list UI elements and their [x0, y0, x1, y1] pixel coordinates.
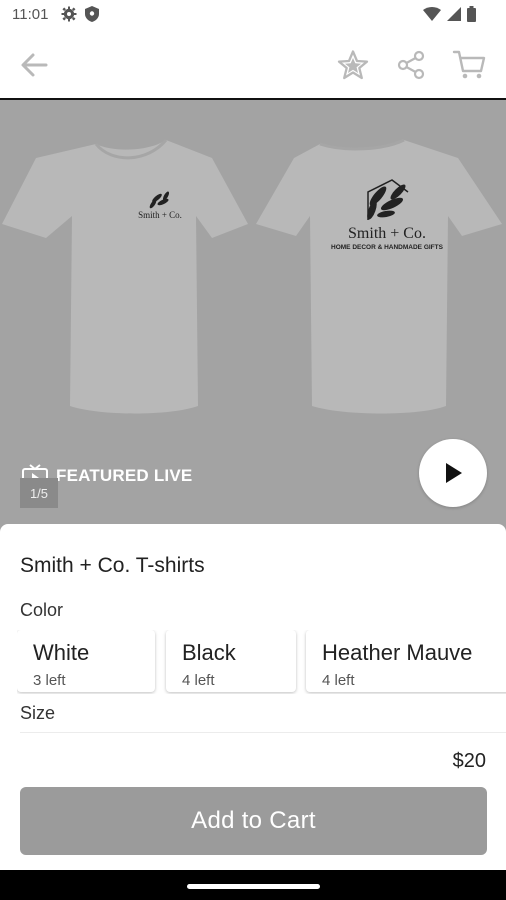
size-divider: [20, 732, 506, 733]
status-icons-right: [423, 6, 476, 22]
color-label: Color: [20, 600, 64, 620]
back-tagline-text: HOME DECOR & HANDMADE GIFTS: [331, 244, 444, 251]
variant-stock: 4 left: [322, 672, 355, 689]
status-icons-left: [61, 6, 99, 22]
app-bar: [0, 32, 506, 100]
cart-button[interactable]: [451, 47, 487, 83]
home-indicator[interactable]: [187, 884, 320, 889]
add-to-cart-button[interactable]: Add to Cart: [20, 787, 487, 855]
back-button[interactable]: [16, 47, 52, 83]
back-brand-text: Smith + Co.: [348, 225, 426, 242]
product-title: Smith + Co. T-shirts: [20, 554, 205, 577]
favorite-button[interactable]: [335, 47, 371, 83]
battery-icon: [467, 6, 476, 22]
image-counter: 1/5: [20, 478, 58, 508]
signal-icon: [447, 7, 461, 21]
gear-icon: [61, 6, 77, 22]
size-label: Size: [20, 703, 56, 723]
color-variant-list: White 3 left Black 4 left Heather Mauve …: [17, 630, 506, 694]
featured-live-label: FEATURED LIVE: [56, 466, 193, 485]
variant-white[interactable]: White 3 left: [17, 630, 155, 692]
variant-name: Heather Mauve: [322, 640, 473, 665]
variant-stock: 4 left: [182, 672, 215, 689]
share-button[interactable]: [393, 47, 429, 83]
variant-name: Black: [182, 640, 236, 665]
variant-name: White: [33, 640, 90, 665]
status-time: 11:01: [12, 6, 49, 23]
variant-heather-mauve[interactable]: Heather Mauve 4 left: [306, 630, 506, 692]
product-sheet: Smith + Co. T-shirts Color White 3 left …: [0, 524, 506, 870]
front-brand-text: Smith + Co.: [138, 210, 182, 220]
shield-icon: [85, 6, 99, 22]
status-bar: 11:01: [0, 0, 506, 32]
product-image[interactable]: Smith + Co. Smith + Co. HOME DECOR & HAN…: [0, 100, 506, 540]
share-icon: [397, 50, 425, 80]
back-arrow-icon: [21, 53, 48, 77]
cart-icon: [452, 50, 486, 79]
star-icon: [337, 50, 369, 80]
play-button[interactable]: [419, 439, 487, 507]
price: $20: [452, 750, 486, 772]
wifi-icon: [423, 7, 441, 21]
variant-stock: 3 left: [33, 672, 66, 689]
system-nav-bar: [0, 870, 506, 900]
play-icon: [446, 463, 462, 483]
variant-black[interactable]: Black 4 left: [166, 630, 296, 692]
